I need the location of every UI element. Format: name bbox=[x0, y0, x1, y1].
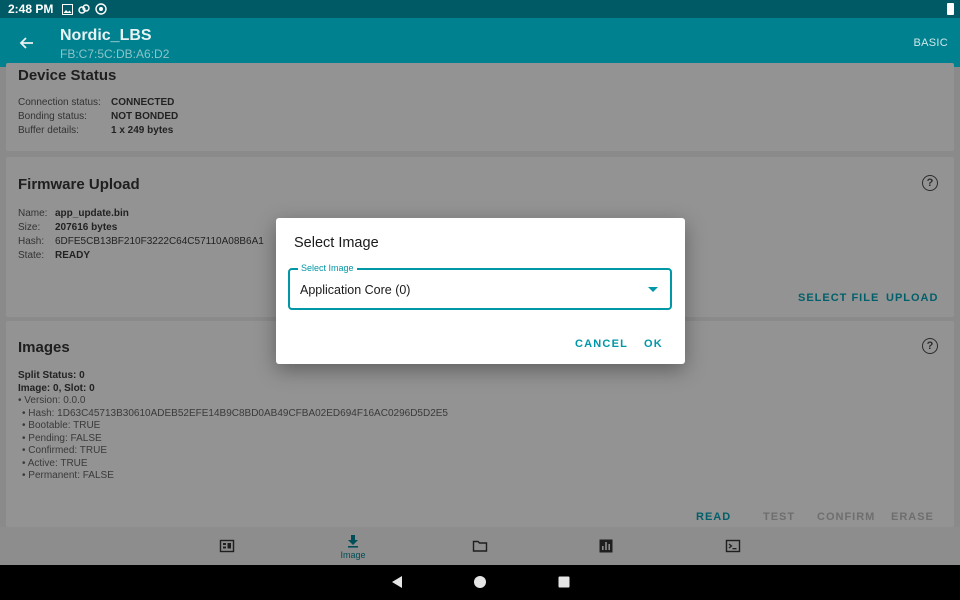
device-status-rows: Connection status: CONNECTED Bonding stat… bbox=[18, 96, 178, 138]
system-navigation-bar bbox=[0, 565, 960, 600]
image-version: • Version: 0.0.0 bbox=[18, 395, 86, 406]
confirm-button[interactable]: CONFIRM bbox=[817, 511, 875, 523]
select-image-dialog: Select Image Select Image Application Co… bbox=[276, 218, 685, 364]
bonding-status-row: Bonding status: NOT BONDED bbox=[18, 111, 179, 122]
erase-button[interactable]: ERASE bbox=[891, 511, 934, 523]
device-status-title: Device Status bbox=[18, 67, 117, 84]
image-hash: • Hash: 1D63C45713B30610ADEB52EFE14B9C8B… bbox=[22, 407, 448, 419]
file-size-row: Size: 207616 bytes bbox=[18, 222, 118, 233]
dropdown-label: Select Image bbox=[298, 263, 357, 273]
system-recents-icon[interactable] bbox=[556, 574, 572, 590]
system-back-icon[interactable] bbox=[389, 574, 405, 590]
dialog-title: Select Image bbox=[294, 235, 379, 251]
ok-button[interactable]: OK bbox=[644, 338, 663, 350]
firmware-info-rows: Name: app_update.bin Size: 207616 bytes Ha… bbox=[18, 207, 264, 263]
firmware-help-icon[interactable]: ? bbox=[922, 175, 938, 191]
app-bar: Nordic_LBS FB:C7:5C:DB:A6:D2 BASIC bbox=[0, 18, 960, 67]
bottom-navigation: Image bbox=[0, 527, 960, 565]
file-hash-row: Hash: 6DFE5CB13BF210F3222C64C57110A08B6A1 bbox=[18, 236, 264, 247]
image-select-dropdown[interactable]: Select Image Application Core (0) bbox=[288, 263, 672, 310]
image-notification-icon bbox=[61, 3, 73, 15]
firmware-upload-title: Firmware Upload bbox=[18, 176, 140, 193]
device-address: FB:C7:5C:DB:A6:D2 bbox=[60, 47, 170, 61]
images-help-icon[interactable]: ? bbox=[922, 338, 938, 354]
image-active: • Active: TRUE bbox=[22, 457, 88, 469]
split-status: Split Status: 0 bbox=[18, 370, 85, 381]
status-time: 2:48 PM bbox=[8, 2, 54, 16]
nav-files-tab[interactable] bbox=[430, 527, 530, 565]
nav-device-tab[interactable] bbox=[177, 527, 277, 565]
cancel-button[interactable]: CANCEL bbox=[575, 338, 628, 350]
file-name-row: Name: app_update.bin bbox=[18, 208, 129, 219]
sync-notification-icon bbox=[95, 3, 108, 15]
back-arrow-icon[interactable] bbox=[16, 32, 38, 54]
battery-icon bbox=[947, 3, 954, 15]
device-name: Nordic_LBS bbox=[60, 27, 152, 44]
nav-image-tab[interactable]: Image bbox=[303, 527, 403, 565]
dropdown-arrow-icon[interactable] bbox=[648, 287, 658, 292]
image-permanent: • Permanent: FALSE bbox=[22, 470, 114, 481]
test-button[interactable]: TEST bbox=[763, 511, 795, 523]
nav-stats-tab[interactable] bbox=[556, 527, 656, 565]
nav-console-tab[interactable] bbox=[683, 527, 783, 565]
link-notification-icon bbox=[78, 3, 91, 15]
image-details: Split Status: 0 Image: 0, Slot: 0 • Vers… bbox=[18, 370, 448, 483]
image-slot: Image: 0, Slot: 0 bbox=[18, 382, 95, 394]
images-title: Images bbox=[18, 339, 70, 356]
read-button[interactable]: READ bbox=[696, 511, 731, 523]
system-home-icon[interactable] bbox=[472, 574, 488, 590]
folder-icon bbox=[472, 538, 488, 554]
select-file-button[interactable]: SELECT FILE bbox=[798, 292, 879, 304]
image-bootable: • Bootable: TRUE bbox=[22, 420, 101, 431]
status-bar: 2:48 PM bbox=[0, 0, 960, 18]
connection-status-row: Connection status: CONNECTED bbox=[18, 97, 175, 108]
download-icon bbox=[345, 533, 361, 549]
nav-image-label: Image bbox=[340, 549, 366, 560]
terminal-icon bbox=[725, 538, 741, 554]
image-pending: • Pending: FALSE bbox=[22, 432, 102, 444]
buffer-details-row: Buffer details: 1 x 249 bytes bbox=[18, 125, 174, 136]
upload-button[interactable]: UPLOAD bbox=[886, 292, 938, 304]
upload-state-row: State: READY bbox=[18, 250, 91, 261]
dropdown-selected-value: Application Core (0) bbox=[300, 283, 411, 297]
dashboard-icon bbox=[219, 538, 235, 554]
device-status-card: Device Status Connection status: CONNECTE… bbox=[6, 63, 954, 151]
bar-chart-icon bbox=[598, 538, 614, 554]
image-confirmed: • Confirmed: TRUE bbox=[22, 445, 108, 456]
mode-toggle-button[interactable]: BASIC bbox=[913, 37, 948, 49]
